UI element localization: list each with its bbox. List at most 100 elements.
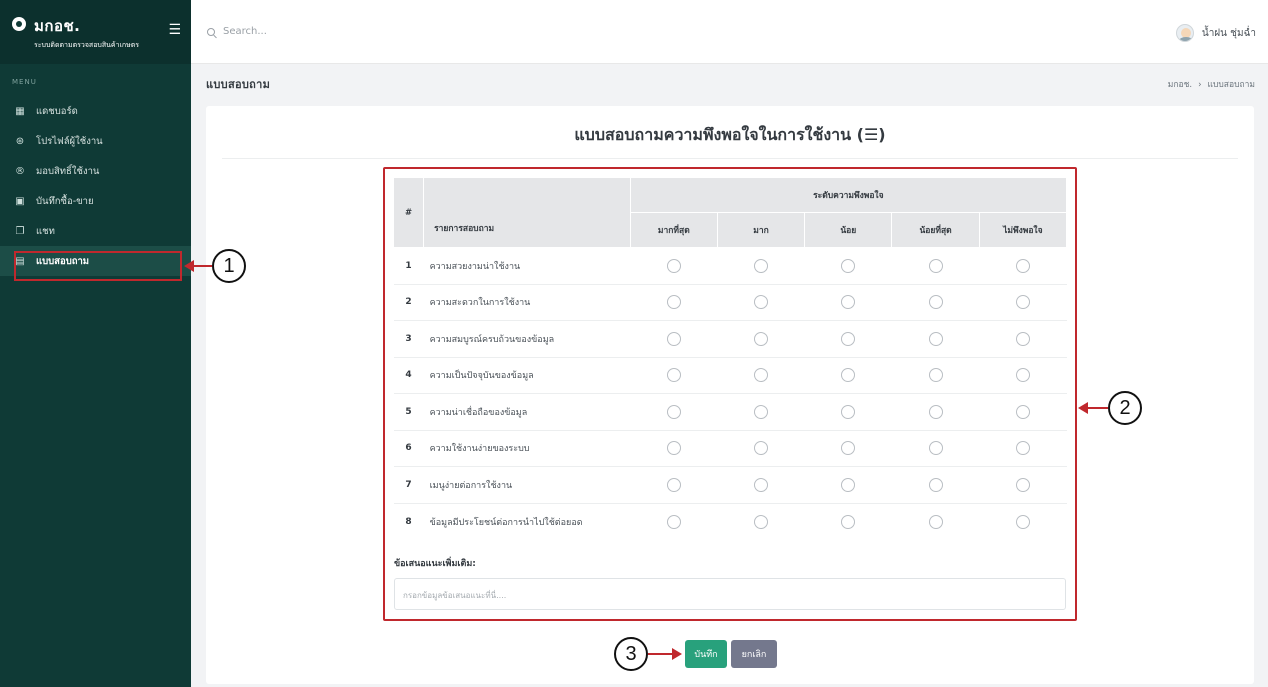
cancel-button[interactable]: ยกเลิก: [731, 640, 777, 668]
rating-radio[interactable]: [928, 295, 943, 310]
rating-radio[interactable]: [841, 331, 856, 346]
rating-radio[interactable]: [666, 441, 681, 456]
rating-radio[interactable]: [666, 258, 681, 273]
option-cell: [979, 283, 1067, 321]
rating-radio[interactable]: [754, 331, 769, 346]
option-cell: [630, 502, 718, 540]
rating-radio[interactable]: [1015, 514, 1030, 529]
annotation-arrow-3-head: [672, 648, 682, 660]
annotation-marker-2: 2: [1108, 391, 1142, 425]
logo-icon: [12, 17, 26, 31]
option-cell: [630, 320, 718, 357]
rating-radio[interactable]: [928, 514, 943, 529]
rating-radio[interactable]: [754, 368, 769, 383]
rating-radio[interactable]: [1015, 368, 1030, 383]
rating-radio[interactable]: [1015, 404, 1030, 419]
option-cell: [804, 283, 892, 321]
option-cell: [979, 502, 1067, 540]
dashboard-icon: ▦: [15, 105, 25, 117]
rating-radio[interactable]: [666, 404, 681, 419]
rating-radio[interactable]: [1015, 295, 1030, 310]
option-header: ไม่พึงพอใจ: [978, 212, 1068, 248]
option-cell: [979, 247, 1067, 284]
option-cell: [630, 283, 718, 321]
save-button[interactable]: บันทึก: [685, 640, 727, 668]
rating-radio[interactable]: [841, 404, 856, 419]
rating-radio[interactable]: [841, 368, 856, 383]
avatar[interactable]: [1175, 24, 1194, 42]
sidebar-item-0[interactable]: ▦ แดชบอร์ด: [0, 96, 191, 126]
rating-radio[interactable]: [841, 295, 856, 310]
option-cell: [891, 393, 980, 430]
row-number: 4: [393, 356, 424, 394]
row-question: ความสมบูรณ์ครบถ้วนของข้อมูล: [423, 320, 631, 357]
search-input[interactable]: Search...: [223, 26, 267, 37]
page-title: แบบสอบถาม: [206, 78, 271, 91]
option-cell: [717, 429, 805, 467]
survey-table: # รายการสอบถาม ระดับความพึงพอใจ มากที่สุ…: [392, 177, 1068, 540]
user-name[interactable]: น้ำฝน ชุ่มฉ่ำ: [1202, 26, 1256, 41]
rating-radio[interactable]: [841, 514, 856, 529]
rating-radio[interactable]: [841, 258, 856, 273]
rating-radio[interactable]: [754, 404, 769, 419]
option-cell: [979, 320, 1067, 357]
rating-radio[interactable]: [754, 477, 769, 492]
search-box[interactable]: Search...: [207, 26, 267, 37]
sidebar-item-4[interactable]: ❐ แชท: [0, 216, 191, 246]
option-cell: [979, 429, 1067, 467]
option-cell: [804, 356, 892, 394]
user-menu[interactable]: น้ำฝน ชุ่มฉ่ำ: [1175, 24, 1256, 42]
rating-radio[interactable]: [1015, 441, 1030, 456]
row-number: 7: [393, 466, 424, 503]
satisfaction-group-header: ระดับความพึงพอใจ: [629, 177, 1068, 213]
rating-radio[interactable]: [928, 258, 943, 273]
option-cell: [630, 393, 718, 430]
breadcrumb: มกอช. › แบบสอบถาม: [1168, 77, 1255, 91]
rating-radio[interactable]: [666, 331, 681, 346]
rating-radio[interactable]: [928, 404, 943, 419]
rating-radio[interactable]: [928, 368, 943, 383]
rating-radio[interactable]: [754, 258, 769, 273]
sidebar-item-2[interactable]: ® มอบสิทธิ์ใช้งาน: [0, 156, 191, 186]
save-icon: ▣: [15, 195, 25, 207]
annotation-arrow-1: [192, 265, 212, 267]
sidebar-item-3[interactable]: ▣ บันทึกซื้อ-ขาย: [0, 186, 191, 216]
table-row: 7 เมนูง่ายต่อการใช้งาน: [393, 466, 1067, 503]
option-cell: [979, 356, 1067, 394]
annotation-arrow-2: [1086, 407, 1108, 409]
rating-radio[interactable]: [754, 441, 769, 456]
rating-radio[interactable]: [754, 295, 769, 310]
rating-radio[interactable]: [1015, 258, 1030, 273]
rating-radio[interactable]: [666, 368, 681, 383]
row-number: 1: [393, 247, 424, 284]
rating-radio[interactable]: [1015, 331, 1030, 346]
sidebar-item-1[interactable]: ⊛ โปรไฟล์ผู้ใช้งาน: [0, 126, 191, 156]
option-cell: [630, 247, 718, 284]
rating-radio[interactable]: [666, 514, 681, 529]
row-question: ความน่าเชื่อถือของข้อมูล: [423, 393, 631, 430]
rating-radio[interactable]: [928, 331, 943, 346]
rating-radio[interactable]: [841, 477, 856, 492]
rating-radio[interactable]: [666, 295, 681, 310]
option-header: น้อย: [804, 212, 893, 248]
rating-radio[interactable]: [1015, 477, 1030, 492]
suggestion-textarea[interactable]: กรอกข้อมูลข้อเสนอแนะที่นี่....: [394, 578, 1066, 610]
rating-radio[interactable]: [841, 441, 856, 456]
rating-radio[interactable]: [928, 477, 943, 492]
table-row: 5 ความน่าเชื่อถือของข้อมูล: [393, 393, 1067, 430]
sidebar-item-label: โปรไฟล์ผู้ใช้งาน: [36, 135, 103, 147]
breadcrumb-home[interactable]: มกอช.: [1168, 80, 1192, 90]
hamburger-icon[interactable]: ☰: [168, 22, 181, 38]
option-cell: [717, 393, 805, 430]
rating-radio[interactable]: [666, 477, 681, 492]
annotation-marker-3: 3: [614, 637, 648, 671]
option-cell: [717, 466, 805, 503]
option-cell: [717, 320, 805, 357]
extra-label: ข้อเสนอแนะเพิ่มเติม:: [394, 559, 476, 569]
row-number: 2: [393, 283, 424, 321]
rating-radio[interactable]: [754, 514, 769, 529]
option-cell: [630, 429, 718, 467]
rating-radio[interactable]: [928, 441, 943, 456]
search-icon: [207, 27, 215, 36]
row-number: 3: [393, 320, 424, 357]
